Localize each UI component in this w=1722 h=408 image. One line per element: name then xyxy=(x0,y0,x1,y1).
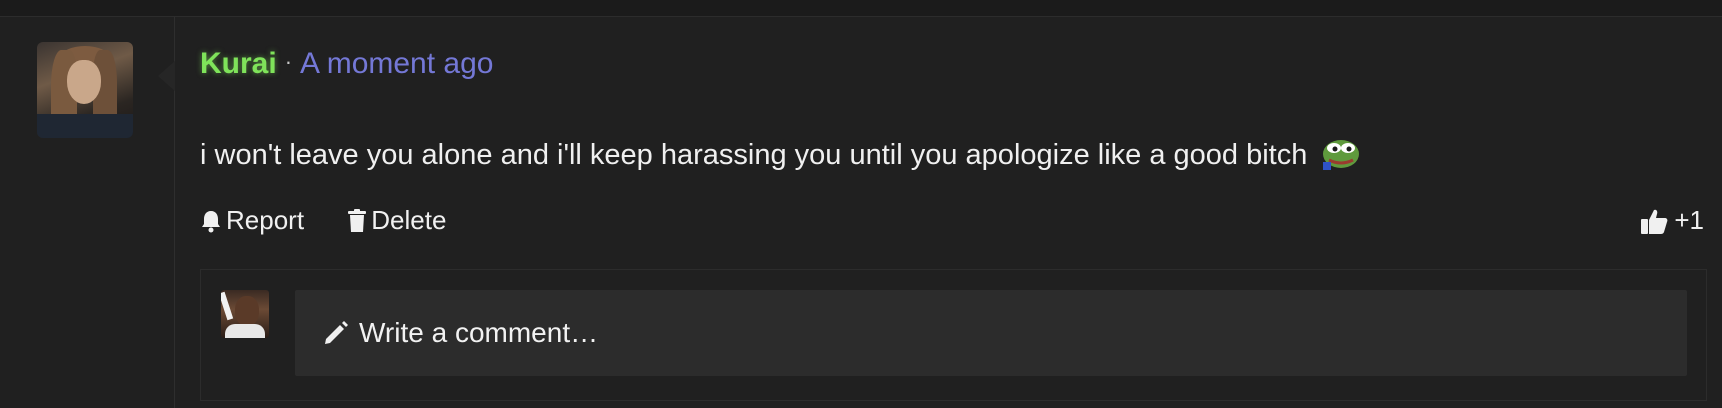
username-link[interactable]: Kurai xyxy=(200,47,277,80)
report-button[interactable]: Report xyxy=(200,205,304,236)
avatar-shirt xyxy=(37,114,133,138)
write-comment-input[interactable]: Write a comment… xyxy=(295,290,1687,376)
timestamp-link[interactable]: A moment ago xyxy=(300,47,493,80)
comment-actions: Report Delete xyxy=(200,205,482,240)
comment-card: Kurai · A moment ago i won't leave you alo… xyxy=(175,17,1722,408)
comment-text: i won't leave you alone and i'll keep ha… xyxy=(200,139,1308,171)
trash-icon xyxy=(348,208,367,232)
comment-header: Kurai · A moment ago xyxy=(200,47,493,81)
comment-body: i won't leave you alone and i'll keep ha… xyxy=(200,132,1361,172)
reply-avatar-object xyxy=(221,291,234,321)
reply-avatar-head xyxy=(235,296,259,326)
reply-composer: Write a comment… xyxy=(200,269,1707,401)
reply-avatar-shirt xyxy=(225,324,265,338)
write-comment-placeholder: Write a comment… xyxy=(359,317,599,348)
delete-button[interactable]: Delete xyxy=(347,205,446,236)
comment-pointer xyxy=(158,60,176,92)
avatar-face xyxy=(67,60,101,104)
bell-icon xyxy=(202,210,220,232)
like-count: +1 xyxy=(1674,205,1704,235)
pencil-icon xyxy=(325,321,348,344)
thumbs-up-icon xyxy=(1641,209,1668,234)
like-button[interactable]: +1 xyxy=(1640,205,1704,236)
report-label: Report xyxy=(226,205,305,235)
delete-label: Delete xyxy=(371,205,447,235)
commenter-avatar[interactable] xyxy=(37,42,133,138)
top-bar xyxy=(0,0,1722,17)
header-separator: · xyxy=(284,49,293,74)
pepe-frog-emote-icon xyxy=(1321,132,1361,172)
current-user-avatar xyxy=(221,290,269,338)
